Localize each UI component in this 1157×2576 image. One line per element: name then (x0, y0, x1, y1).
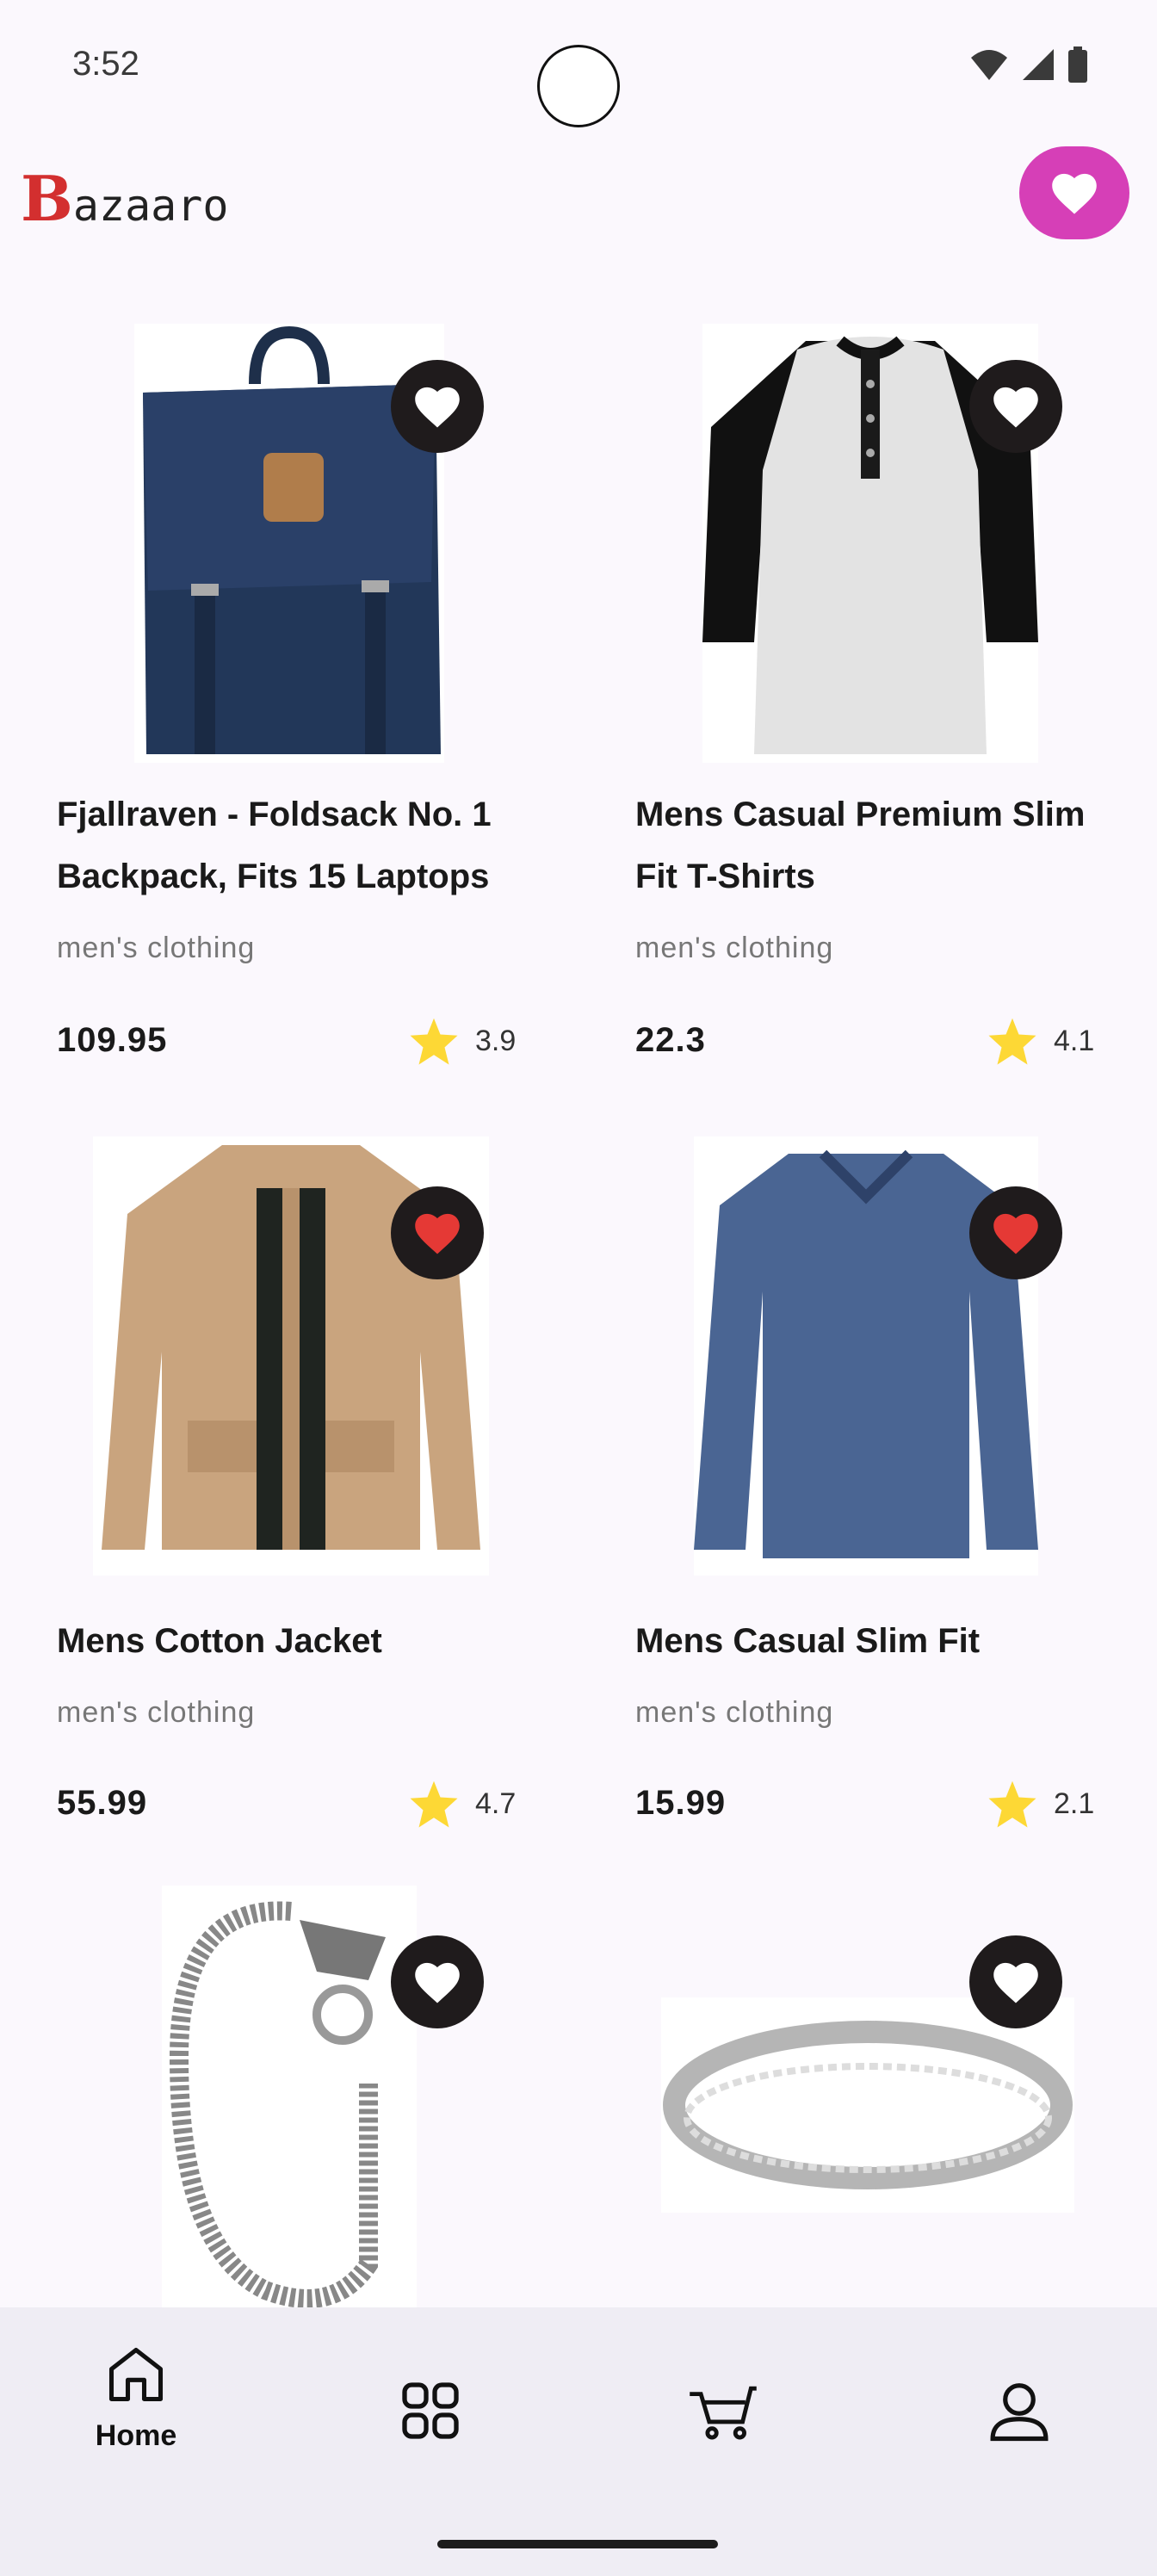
bottom-nav: Home (0, 2307, 1157, 2576)
star-icon (988, 1780, 1036, 1828)
home-indicator (437, 2540, 718, 2548)
status-bar: 3:52 (0, 0, 1157, 138)
product-category: men's clothing (57, 1696, 256, 1729)
product-price: 15.99 (635, 1784, 727, 1822)
star-icon (988, 1018, 1036, 1065)
heart-icon (1052, 173, 1097, 214)
app-logo: Bazaaro (21, 162, 229, 235)
nav-item-home[interactable]: Home (50, 2342, 222, 2453)
product-category: men's clothing (635, 932, 834, 964)
home-icon (108, 2347, 164, 2402)
product-rating: 4.7 (408, 1779, 516, 1829)
favorite-button[interactable] (969, 360, 1062, 453)
battery-icon (1068, 46, 1087, 83)
product-title: Mens Casual Slim Fit (635, 1622, 981, 1660)
favorite-button[interactable] (391, 360, 484, 453)
nav-label-home: Home (95, 2419, 177, 2452)
product-rating: 4.1 (987, 1016, 1094, 1066)
product-title: Mens Casual Premium Slim Fit T-Shirts (635, 796, 1086, 895)
product-rating: 3.9 (408, 1016, 516, 1066)
nav-item-profile[interactable] (933, 2376, 1105, 2445)
star-icon (410, 1018, 458, 1065)
favorite-button[interactable] (969, 1935, 1062, 2028)
heart-icon (415, 1962, 460, 2003)
signal-icon (1023, 49, 1054, 80)
rating-value: 2.1 (1054, 1786, 1095, 1820)
heart-filled-icon (415, 1213, 460, 1254)
star-icon (410, 1780, 458, 1828)
bracelet-image (162, 1886, 417, 2316)
product-rating: 2.1 (987, 1779, 1094, 1829)
camera-cutout (537, 45, 620, 127)
wifi-icon (971, 50, 1007, 80)
profile-icon (990, 2383, 1049, 2442)
heart-icon (415, 387, 460, 428)
cart-icon (690, 2386, 757, 2440)
status-icons (969, 46, 1088, 83)
favorite-button[interactable] (969, 1186, 1062, 1279)
product-title: Mens Cotton Jacket (57, 1622, 382, 1660)
status-time: 3:52 (72, 45, 139, 83)
rating-value: 3.9 (475, 1024, 517, 1057)
product-price: 55.99 (57, 1784, 148, 1822)
heart-icon (993, 387, 1038, 428)
nav-item-categories[interactable] (344, 2376, 517, 2445)
heart-filled-icon (993, 1213, 1038, 1254)
ring-image (661, 1997, 1074, 2213)
app-bar: Bazaaro (0, 146, 1157, 250)
product-title: Fjallraven - Foldsack No. 1 Backpack, Fi… (57, 796, 492, 895)
favorite-button[interactable] (391, 1186, 484, 1279)
categories-icon (402, 2382, 459, 2439)
product-price: 109.95 (57, 1021, 168, 1059)
nav-item-cart[interactable] (637, 2380, 809, 2442)
product-category: men's clothing (635, 1696, 834, 1729)
heart-icon (993, 1962, 1038, 2003)
product-price: 22.3 (635, 1021, 706, 1059)
product-category: men's clothing (57, 932, 256, 964)
favorites-button[interactable] (1019, 146, 1129, 239)
favorite-button[interactable] (391, 1935, 484, 2028)
rating-value: 4.7 (475, 1786, 517, 1820)
rating-value: 4.1 (1054, 1024, 1095, 1057)
